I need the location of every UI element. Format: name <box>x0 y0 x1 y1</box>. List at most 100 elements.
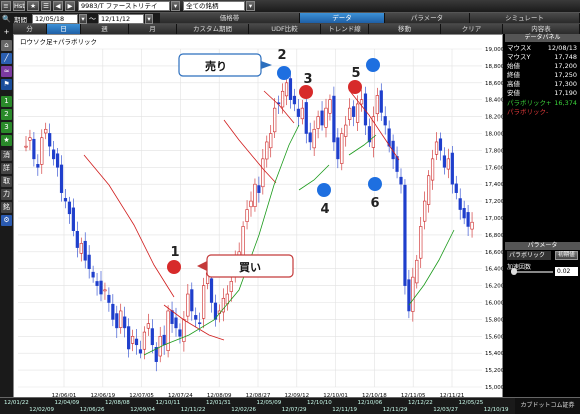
buy-arrow <box>197 261 207 271</box>
tab-day[interactable]: 日 <box>47 24 81 34</box>
next-stock-button[interactable]: ▶ <box>65 1 75 11</box>
candle <box>407 279 411 312</box>
home-icon[interactable]: ⌂ <box>1 40 12 51</box>
para-plus-row: パラボリック+ 16,374 <box>507 99 577 107</box>
candle <box>284 82 289 97</box>
tab-udf[interactable]: UDF比較 <box>249 24 321 34</box>
y-tick-label: 15,800 <box>485 317 504 323</box>
tab-data[interactable]: データ <box>300 13 385 23</box>
candle <box>352 106 356 117</box>
y-tick-label: 16,400 <box>485 267 504 273</box>
candle <box>383 116 387 126</box>
y-tick-label: 16,200 <box>485 284 504 290</box>
reset-button[interactable]: 初期値 <box>555 251 578 260</box>
chevron-down-icon[interactable]: ▾ <box>171 1 180 11</box>
tab-price-band[interactable]: 価格帯 <box>160 13 300 23</box>
brand-logo: カブドットコム証券 <box>515 398 580 414</box>
candle <box>308 132 312 143</box>
line-icon[interactable]: ╱ <box>1 53 12 64</box>
flag-icon[interactable]: ⚑ <box>1 79 12 90</box>
chevron-down-icon[interactable]: ▾ <box>246 1 255 11</box>
y-tick-label: 18,600 <box>485 81 504 87</box>
y-tick-label: 18,000 <box>485 132 504 138</box>
num-2-button[interactable]: 2 <box>1 109 12 120</box>
panel-row: 終値 17,250 <box>507 71 577 79</box>
candle <box>36 164 40 168</box>
stock-list-select[interactable]: 全ての銘柄 <box>183 1 245 11</box>
label-4: 4 <box>320 202 329 217</box>
tab-parameter[interactable]: パラメータ <box>385 13 470 23</box>
candle <box>55 153 60 168</box>
input-button[interactable]: 力 <box>1 189 12 200</box>
tab-move[interactable]: 移動 <box>369 24 441 34</box>
marker-5b <box>366 58 380 72</box>
accel-input[interactable]: 0.02 <box>555 267 578 276</box>
candle <box>415 259 419 284</box>
accel-slider[interactable] <box>513 271 553 273</box>
y-tick-label: 17,000 <box>485 216 504 222</box>
tab-display-panel[interactable]: 内容表 <box>503 24 580 34</box>
candle <box>170 310 174 324</box>
menu-icon[interactable]: ≡ <box>1 1 11 11</box>
candle <box>142 331 147 350</box>
candle <box>115 313 119 329</box>
bottom-timeline[interactable]: 12/01/22 12/02/09 12/04/09 12/06/26 12/08/08… <box>0 397 580 414</box>
erase-button[interactable]: 消 <box>1 150 12 161</box>
tab-simulate[interactable]: シミュレート <box>470 13 580 23</box>
tab-custom[interactable]: カスタム期間 <box>177 24 249 34</box>
tab-trendline[interactable]: トレンド線 <box>321 24 369 34</box>
candle <box>75 231 79 248</box>
candle <box>466 212 470 227</box>
label-5: 5 <box>351 66 360 81</box>
y-tick-label: 16,800 <box>485 233 504 239</box>
from-date-input[interactable]: 12/05/18 <box>32 14 78 24</box>
brand-button[interactable]: 銘 <box>1 202 12 213</box>
trade-button[interactable]: 取 <box>1 176 12 187</box>
fav-button[interactable]: ★ <box>27 1 39 11</box>
num-3-button[interactable]: 3 <box>1 122 12 133</box>
y-tick-label: 15,200 <box>485 368 504 374</box>
list-button[interactable]: ☰ <box>41 1 51 11</box>
num-1-button[interactable]: 1 <box>1 96 12 107</box>
candle <box>52 149 56 160</box>
y-tick-label: 17,400 <box>485 182 504 188</box>
search-icon[interactable]: 🔍 <box>1 14 12 25</box>
candle <box>446 158 450 170</box>
tab-week[interactable]: 週 <box>81 24 129 34</box>
candle <box>332 95 336 143</box>
param-header: パラメータ <box>505 242 580 250</box>
candle <box>87 254 91 270</box>
timeline-date: 12/11/29 <box>382 407 408 413</box>
panel-row: 高値 17,300 <box>507 80 577 88</box>
candle <box>470 221 474 230</box>
tab-month[interactable]: 月 <box>129 24 177 34</box>
candle <box>312 128 316 149</box>
to-date-input[interactable]: 12/11/12 <box>98 14 144 24</box>
candle <box>83 240 87 261</box>
candle <box>162 334 166 346</box>
candle <box>403 184 407 286</box>
gear-icon[interactable]: ⚙ <box>1 215 12 226</box>
chart-icon[interactable]: ≈ <box>1 66 12 77</box>
star-icon[interactable]: ★ <box>1 135 12 146</box>
chart-area[interactable]: ロウソク足+パラボリック 19,000 18,800 18,600 18,400 18,2… <box>13 34 505 409</box>
candle <box>320 110 324 126</box>
prev-stock-button[interactable]: ◀ <box>53 1 63 11</box>
history-button[interactable]: Hst <box>13 1 25 11</box>
candle <box>296 108 300 117</box>
stock-code-input[interactable]: 9983/T ファーストリテイ <box>78 1 170 11</box>
crosshair-icon[interactable]: + <box>1 27 12 38</box>
y-tick-label: 18,800 <box>485 64 504 70</box>
panel-row: マウスY 17,748 <box>507 53 577 61</box>
tab-minute[interactable]: 分 <box>13 24 47 34</box>
calendar-icon[interactable]: ▾ <box>145 14 153 24</box>
candlestick-chart[interactable]: ロウソク足+パラボリック 19,000 18,800 18,600 18,400 18,2… <box>14 35 505 409</box>
y-tick-label: 17,200 <box>485 199 504 205</box>
y-tick-label: 16,000 <box>485 301 504 307</box>
tab-clear[interactable]: クリア <box>441 24 503 34</box>
detail-button[interactable]: 詳 <box>1 163 12 174</box>
calendar-icon[interactable]: ▾ <box>79 14 87 24</box>
candle <box>438 138 443 151</box>
slider-handle[interactable] <box>511 268 517 275</box>
candle <box>130 335 135 344</box>
